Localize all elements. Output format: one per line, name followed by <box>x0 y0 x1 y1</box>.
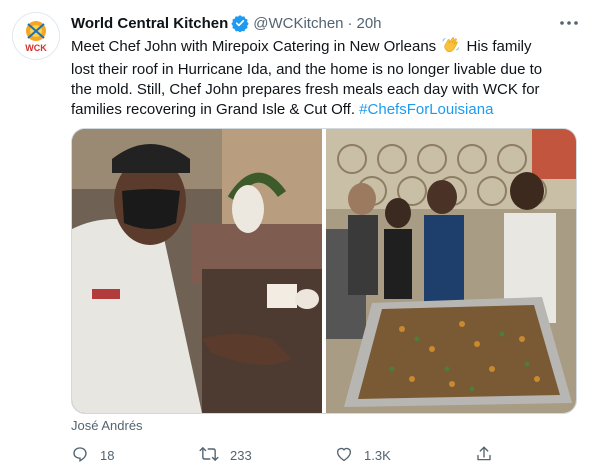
like-button[interactable]: 1.3K <box>335 445 391 466</box>
tweet-text-line-3: the mold. Still, Chef John prepares fres… <box>71 81 540 98</box>
tweet-text: Meet Chef John with Mirepoix Catering in… <box>71 36 581 120</box>
reply-icon <box>71 445 89 466</box>
waving-hand-emoji <box>442 36 460 60</box>
heart-icon <box>335 445 353 466</box>
author-name[interactable]: World Central Kitchen <box>71 15 228 32</box>
retweet-count: 233 <box>230 447 252 463</box>
tweet-time[interactable]: 20h <box>357 15 382 32</box>
tweet-text-segment: families recovering in Grand Isle & Cut … <box>71 101 360 118</box>
photo-tag[interactable]: José Andrés <box>71 418 143 433</box>
hashtag-link[interactable]: #ChefsForLouisiana <box>359 101 493 118</box>
tweet-text-line-4: families recovering in Grand Isle & Cut … <box>71 100 581 120</box>
photo-chef-john[interactable] <box>72 129 322 413</box>
retweet-button[interactable]: 233 <box>199 445 252 466</box>
reply-count: 18 <box>100 447 115 463</box>
tweet-text-line-1: Meet Chef John with Mirepoix Catering in… <box>71 36 581 60</box>
share-icon <box>475 445 493 466</box>
like-count: 1.3K <box>364 447 391 463</box>
author-avatar[interactable]: WCK <box>12 12 60 60</box>
separator-dot: · <box>347 14 353 32</box>
verified-badge-icon <box>231 14 249 32</box>
photo-wck-team[interactable] <box>326 129 576 413</box>
tweet-media[interactable] <box>71 128 577 414</box>
tweet-text-segment: His family <box>462 38 532 55</box>
more-icon[interactable] <box>558 12 580 34</box>
tweet-text-segment: Meet Chef John with Mirepoix Catering in… <box>71 38 441 55</box>
retweet-icon <box>199 445 219 466</box>
reply-button[interactable]: 18 <box>71 445 114 466</box>
author-handle[interactable]: @WCKitchen <box>253 15 343 32</box>
tweet-actions: 18 233 1.3K <box>71 444 511 466</box>
tweet-text-line-2: lost their roof in Hurricane Ida, and th… <box>71 61 543 78</box>
avatar-label: WCK <box>25 43 47 53</box>
tweet-header: World Central Kitchen @WCKitchen · 20h <box>71 12 580 34</box>
share-button[interactable] <box>475 445 493 466</box>
